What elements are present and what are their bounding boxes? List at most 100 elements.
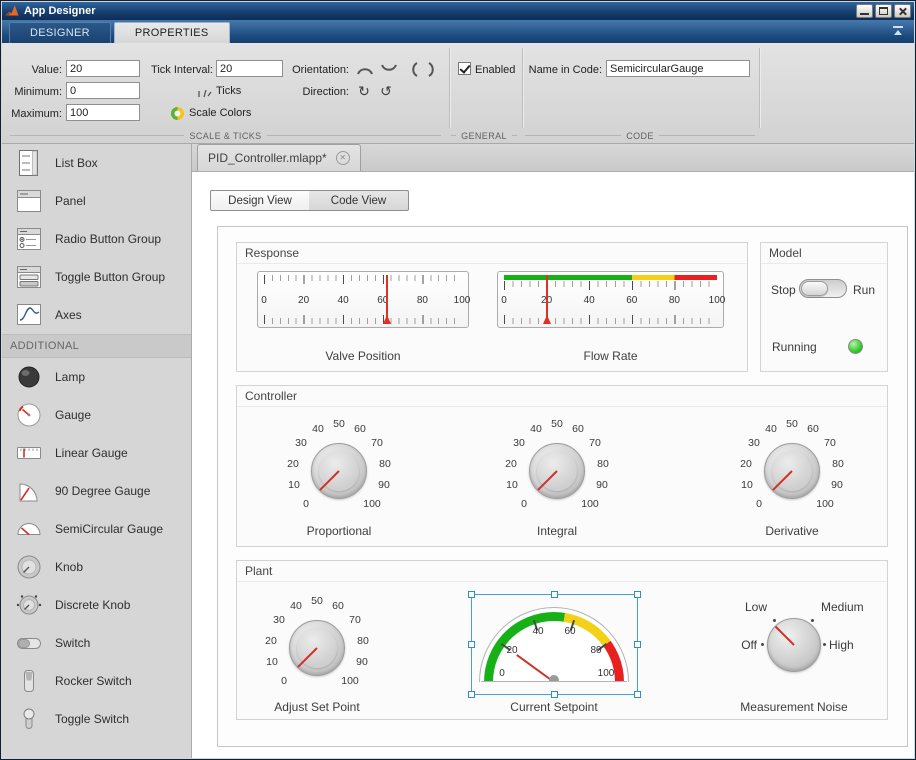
gauge-tick-label: 60 (626, 295, 637, 306)
selection-handle[interactable] (551, 691, 558, 698)
direction-counterclockwise-icon[interactable]: ↺ (376, 82, 396, 100)
ticks-icon (196, 84, 212, 98)
selection-handle[interactable] (551, 591, 558, 598)
orientation-west-icon[interactable] (402, 60, 423, 78)
tab-designer[interactable]: DESIGNER (9, 22, 111, 43)
panel-model[interactable]: Model Stop Run Running (760, 242, 888, 372)
selection-handle[interactable] (634, 691, 641, 698)
selection-handle[interactable] (634, 591, 641, 598)
minimum-input[interactable] (66, 82, 140, 99)
switch-icon (15, 629, 43, 657)
sidebar-item-knob[interactable]: Knob (2, 548, 191, 586)
enabled-checkbox[interactable] (458, 62, 471, 75)
valve-position-gauge[interactable]: 020406080100 (257, 271, 469, 328)
maximum-input[interactable] (66, 104, 140, 121)
selection-handle[interactable] (468, 691, 475, 698)
sidebar-item-linear-gauge[interactable]: Linear Gauge (2, 434, 191, 472)
run-stop-switch[interactable] (799, 279, 847, 298)
running-lamp[interactable] (848, 339, 863, 354)
knob-tick-label: 30 (507, 437, 531, 449)
section-general: GENERAL (451, 130, 517, 141)
axes-icon (15, 301, 43, 329)
maximum-label: Maximum: (8, 106, 62, 122)
ticks-button-label: Ticks (216, 85, 241, 97)
design-view-button[interactable]: Design View (210, 190, 310, 211)
minimize-button[interactable] (856, 4, 873, 18)
sidebar-item-toggle-button-group[interactable]: Toggle Button Group (2, 258, 191, 296)
app-canvas[interactable]: Response 020406080100 Valve Position 020… (217, 226, 908, 747)
sidebar-item-lamp[interactable]: Lamp (2, 358, 191, 396)
document-tab[interactable]: PID_Controller.mlapp* ✕ (197, 144, 361, 171)
sidebar-item-label: Rocker Switch (55, 674, 132, 688)
discrete-option-tick (761, 643, 764, 646)
knob-derivative[interactable]: 0102030405060708090100 (712, 407, 872, 519)
sidebar-item-rocker-switch[interactable]: Rocker Switch (2, 662, 191, 700)
sidebar-item-gauge[interactable]: Gauge (2, 396, 191, 434)
current-setpoint-gauge-selected[interactable]: 020406080100 (472, 595, 637, 694)
sidebar-item-90-degree-gauge[interactable]: 90 Degree Gauge (2, 472, 191, 510)
tick-interval-input[interactable] (216, 60, 283, 77)
gauge-tick-label: 100 (454, 295, 471, 306)
sidebar-item-label: Gauge (55, 408, 91, 422)
sidebar-item-label: Panel (55, 194, 86, 208)
knob-proportional[interactable]: 0102030405060708090100 (259, 407, 419, 519)
sidebar-item-list-box[interactable]: List Box (2, 144, 191, 182)
value-input[interactable] (66, 60, 140, 77)
gauge-tick-label: 80 (417, 295, 428, 306)
rocker-switch-icon (15, 667, 43, 695)
knob-measurement-noise[interactable]: Off Low Medium High (699, 587, 889, 699)
close-button[interactable] (894, 4, 911, 18)
orientation-north-icon[interactable] (354, 60, 375, 78)
maximize-button[interactable] (875, 4, 892, 18)
panel-controller[interactable]: Controller 0102030405060708090100 Propor… (236, 385, 888, 547)
switch-thumb (801, 281, 828, 296)
selection-handle[interactable] (468, 591, 475, 598)
sidebar-item-toggle-switch[interactable]: Toggle Switch (2, 700, 191, 738)
selection-handle[interactable] (634, 641, 641, 648)
knob-integral[interactable]: 0102030405060708090100 (477, 407, 637, 519)
knob-tick-label: 20 (281, 458, 305, 470)
panel-plant[interactable]: Plant 0102030405060708090100 Adjust Set … (236, 560, 888, 720)
scale-colors-icon (170, 106, 185, 121)
knob-tick-label: 100 (578, 498, 602, 510)
panel-title: Response (237, 243, 747, 264)
knob-tick-label: 10 (260, 656, 284, 668)
knob-tick-label: 60 (801, 423, 825, 435)
sidebar-item-switch[interactable]: Switch (2, 624, 191, 662)
sidebar-item-label: Toggle Switch (55, 712, 129, 726)
tab-properties[interactable]: PROPERTIES (114, 22, 230, 43)
sidebar-item-panel[interactable]: Panel (2, 182, 191, 220)
panel-response[interactable]: Response 020406080100 Valve Position 020… (236, 242, 748, 372)
collapse-ribbon-icon[interactable] (891, 26, 905, 38)
code-view-button[interactable]: Code View (309, 190, 409, 211)
selection-handle[interactable] (468, 641, 475, 648)
knob-label: Measurement Noise (714, 700, 874, 714)
knob-tick-label: 60 (348, 423, 372, 435)
toggle-switch-icon (15, 705, 43, 733)
knob-tick-label: 90 (350, 656, 374, 668)
sidebar-item-semicircular-gauge[interactable]: SemiCircular Gauge (2, 510, 191, 548)
sidebar-item-discrete-knob[interactable]: Discrete Knob (2, 586, 191, 624)
knob-tick-label: 90 (372, 479, 396, 491)
panel-title: Controller (237, 386, 887, 407)
ticks-button[interactable]: Ticks (196, 82, 241, 100)
knob-tick-label: 80 (373, 458, 397, 470)
flow-rate-gauge[interactable]: 020406080100 (497, 271, 724, 328)
direction-clockwise-icon[interactable]: ↻ (354, 82, 374, 100)
knob-tick-label: 100 (338, 675, 362, 687)
scale-colors-button[interactable]: Scale Colors (170, 104, 251, 122)
gauge-ticks (504, 281, 717, 290)
name-in-code-input[interactable] (606, 60, 750, 77)
gauge-needle (546, 275, 548, 324)
knob-tick-label: 60 (326, 600, 350, 612)
orientation-east-icon[interactable] (422, 60, 443, 78)
ribbon-separator (522, 48, 523, 128)
orientation-south-icon[interactable] (378, 60, 399, 78)
knob-tick-label: 70 (818, 437, 842, 449)
sidebar-item-axes[interactable]: Axes (2, 296, 191, 334)
knob-adjust-set-point[interactable]: 0102030405060708090100 (237, 584, 397, 696)
tab-close-icon[interactable]: ✕ (336, 151, 350, 165)
knob-tick-label: 80 (351, 635, 375, 647)
gauge-hub (549, 675, 559, 682)
sidebar-item-radio-button-group[interactable]: Radio Button Group (2, 220, 191, 258)
